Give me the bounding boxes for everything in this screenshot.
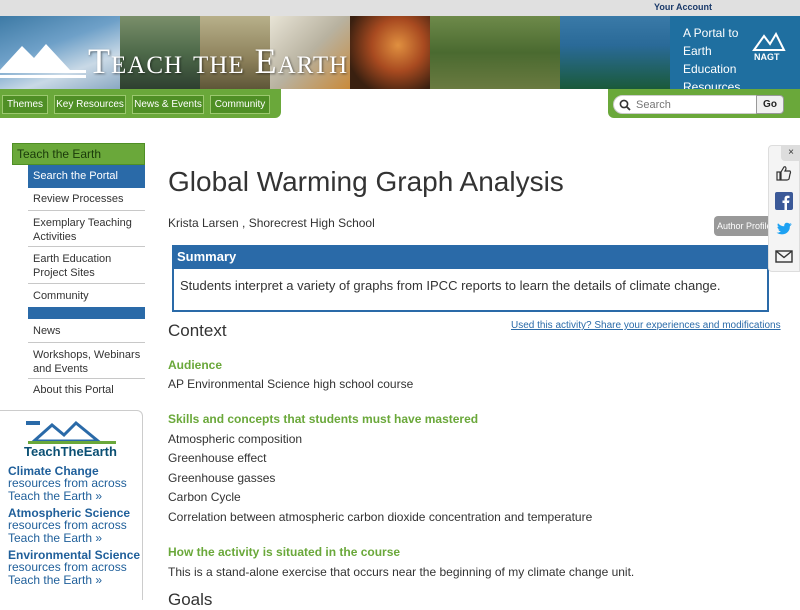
twitter-icon[interactable] (775, 220, 793, 238)
sidebar-item-news[interactable]: News (28, 319, 145, 343)
related-resources-box: TeachTheEarth Climate Change resources f… (0, 410, 143, 600)
teach-the-earth-logo-icon[interactable]: TeachTheEarth (24, 419, 120, 463)
skill-item: Greenhouse gasses (168, 471, 276, 485)
svg-text:TeachTheEarth: TeachTheEarth (24, 444, 117, 459)
sidebar-item-review-processes[interactable]: Review Processes (28, 188, 145, 211)
sidebar-item-community[interactable]: Community (28, 284, 145, 307)
situated-text: This is a stand-alone exercise that occu… (168, 565, 635, 579)
mountain-logo-icon (0, 44, 86, 78)
banner-photo (350, 16, 430, 89)
skill-item: Greenhouse effect (168, 451, 267, 465)
nav-news-events[interactable]: News & Events (132, 95, 204, 114)
share-panel: × (768, 145, 800, 272)
facebook-icon[interactable] (775, 192, 793, 210)
email-icon[interactable] (775, 247, 793, 265)
summary-heading: Summary (172, 245, 769, 269)
sidebar-item-project-sites[interactable]: Earth Education Project Sites (28, 247, 145, 284)
search-icon (619, 99, 631, 111)
situated-heading: How the activity is situated in the cour… (168, 545, 401, 559)
nav-community[interactable]: Community (210, 95, 270, 114)
site-banner: Teach the Earth A Portal to Earth Educat… (0, 16, 800, 89)
sidebar-item-exemplary-activities[interactable]: Exemplary Teaching Activities (28, 211, 145, 247)
thumbs-up-icon[interactable] (775, 164, 793, 182)
svg-text:NAGT: NAGT (754, 52, 780, 62)
sidebar-item-search-portal[interactable]: Search the Portal (28, 165, 145, 188)
promo-environmental-science-sub[interactable]: resources from across Teach the Earth » (8, 561, 138, 587)
summary-text: Students interpret a variety of graphs f… (180, 278, 721, 293)
audience-heading: Audience (168, 358, 223, 372)
skill-item: Correlation between atmospheric carbon d… (168, 510, 593, 524)
nav-tab-strip: Themes Key Resources News & Events Commu… (0, 89, 281, 118)
site-title[interactable]: Teach the Earth (88, 40, 348, 82)
nav-key-resources[interactable]: Key Resources (54, 95, 126, 114)
promo-atmospheric-science-sub[interactable]: resources from across Teach the Earth » (8, 519, 138, 545)
sidebar-item-workshops[interactable]: Workshops, Webinars and Events (28, 343, 145, 379)
skills-heading: Skills and concepts that students must h… (168, 412, 479, 426)
sidebar-item-about[interactable]: About this Portal (28, 379, 145, 403)
summary-box: Summary Students interpret a variety of … (172, 245, 769, 312)
search-go-button[interactable]: Go (756, 95, 784, 114)
page-title: Global Warming Graph Analysis (168, 166, 564, 197)
search-input[interactable] (636, 97, 756, 112)
search-field[interactable] (613, 95, 759, 114)
sidebar-heading[interactable]: Teach the Earth (12, 143, 145, 165)
skill-item: Carbon Cycle (168, 490, 241, 504)
nav-themes[interactable]: Themes (2, 95, 48, 114)
sidebar-active-bar (28, 307, 145, 319)
goals-heading: Goals (168, 590, 213, 609)
promo-climate-change-sub[interactable]: resources from across Teach the Earth » (8, 477, 138, 503)
context-heading: Context (168, 321, 227, 340)
banner-photo (560, 16, 670, 89)
share-experience-link[interactable]: Used this activity? Share your experienc… (511, 320, 781, 331)
skill-item: Atmospheric composition (168, 432, 303, 446)
close-icon[interactable]: × (781, 145, 800, 161)
audience-text: AP Environmental Science high school cou… (168, 377, 414, 391)
top-utility-bar: Your Account (0, 0, 800, 16)
author-line: Krista Larsen , Shorecrest High School (168, 216, 375, 230)
nagt-logo-icon[interactable]: NAGT (752, 32, 786, 62)
main-nav: Themes Key Resources News & Events Commu… (0, 89, 800, 120)
your-account-link[interactable]: Your Account (654, 2, 712, 12)
banner-photo (430, 16, 560, 89)
site-tagline: A Portal to Earth Education Resources (683, 26, 741, 89)
search-bar: Go (608, 89, 800, 118)
